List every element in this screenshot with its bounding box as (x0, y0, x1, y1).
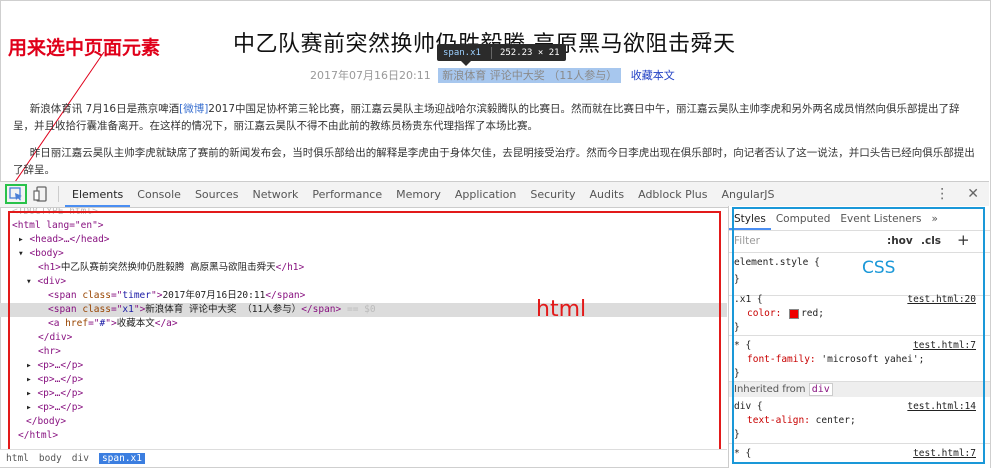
rule-universal[interactable]: * { test.html:7 font-family: 'microsoft … (729, 336, 990, 382)
close-devtools-icon[interactable]: ✕ (967, 186, 979, 202)
breadcrumb-div[interactable]: div (72, 453, 89, 464)
article-paragraph-2: 昨日丽江嘉云昊队主帅李虎就缺席了赛前的新闻发布会，当时俱乐部给出的解释是李虎由于… (13, 145, 975, 179)
devtools-tabs: Elements Console Sources Network Perform… (65, 182, 782, 207)
tab-event-listeners[interactable]: Event Listeners (835, 208, 926, 230)
article-paragraph-1: 新浪体育讯 7月16日是燕京啤酒[微博]2017中国足协杯第三轮比赛，丽江嘉云昊… (13, 101, 975, 135)
tab-sources[interactable]: Sources (188, 182, 246, 207)
rule-div-declaration[interactable]: text-align: center; (747, 414, 856, 428)
weibo-link[interactable]: [微博] (179, 103, 208, 115)
device-toolbar-icon (33, 186, 47, 202)
rule-universal-value: 'microsoft yahei'; (821, 354, 925, 365)
rule-element-style-selector: element.style { (734, 257, 820, 268)
devtools-toolbar: Elements Console Sources Network Perform… (0, 181, 989, 208)
inspect-cursor-icon (9, 187, 22, 201)
inherited-tag[interactable]: div (808, 383, 833, 396)
rule-x1-source-link[interactable]: test.html:20 (907, 293, 976, 307)
rule-div-close: } (734, 429, 740, 440)
breadcrumb-html[interactable]: html (6, 453, 29, 464)
tab-adblock-plus[interactable]: Adblock Plus (631, 182, 714, 207)
toolbar-right-controls: ⋮ ✕ (935, 186, 979, 202)
toolbar-divider (58, 186, 59, 202)
tooltip-separator (490, 46, 492, 59)
tab-styles[interactable]: Styles (729, 208, 771, 230)
styles-filter-bar: Filter :hov .cls + (729, 230, 990, 253)
tab-memory[interactable]: Memory (389, 182, 448, 207)
inspect-tooltip: span.x1 252.23 × 21 (437, 44, 566, 66)
device-toolbar-button[interactable] (33, 186, 49, 206)
styles-tabs: Styles Computed Event Listeners » (729, 208, 990, 231)
inherited-from-header: Inherited from div (729, 382, 990, 397)
rule-x1-prop: color (747, 308, 776, 319)
tab-application[interactable]: Application (448, 182, 523, 207)
color-swatch[interactable] (789, 308, 800, 319)
tab-performance[interactable]: Performance (305, 182, 389, 207)
tab-overflow-chevron[interactable]: » (927, 208, 943, 230)
rule-universal-prop: font-family (747, 354, 810, 365)
rule-universal-2[interactable]: * { test.html:7 (729, 444, 990, 468)
tab-elements[interactable]: Elements (65, 182, 131, 207)
rule-universal-declaration[interactable]: font-family: 'microsoft yahei'; (747, 353, 924, 367)
elements-panel: <!DOCTYPE html> <html lang="en"> ▸ <head… (0, 208, 727, 468)
styles-sidebar: Styles Computed Event Listeners » Filter… (728, 206, 990, 468)
html-annotation-box (8, 211, 721, 458)
rule-universal-source-link[interactable]: test.html:7 (913, 339, 976, 353)
rule-div-source-link[interactable]: test.html:14 (907, 400, 976, 414)
rule-element-style-close: } (734, 274, 740, 285)
breadcrumb-span-x1[interactable]: span.x1 (98, 453, 145, 464)
rule-x1-declaration[interactable]: color: red; (747, 307, 824, 321)
tooltip-size: 252.23 × 21 (499, 47, 560, 58)
article-meta: 2017年07月16日20:11 新浪体育 评论中大奖 （11人参与） 收藏本文 (310, 67, 675, 83)
breadcrumb-body[interactable]: body (39, 453, 62, 464)
class-toggle[interactable]: .cls (921, 235, 941, 247)
favorite-link[interactable]: 收藏本文 (631, 69, 675, 82)
hover-state-toggle[interactable]: :hov (887, 235, 913, 247)
rule-x1-value: red; (801, 308, 824, 319)
more-options-icon[interactable]: ⋮ (935, 186, 949, 202)
article-timer: 2017年07月16日20:11 (310, 69, 431, 82)
article-source-highlighted[interactable]: 新浪体育 评论中大奖 （11人参与） (438, 68, 622, 83)
rule-div-value: center; (815, 415, 856, 426)
tab-angularjs[interactable]: AngularJS (715, 182, 782, 207)
rule-universal-selector: * { (734, 340, 752, 351)
inspect-element-button[interactable] (5, 184, 27, 204)
paragraph-2-text: 昨日丽江嘉云昊队主帅李虎就缺席了赛前的新闻发布会，当时俱乐部给出的解释是李虎由于… (13, 147, 975, 176)
rule-x1[interactable]: .x1 { test.html:20 color: red; } (729, 290, 990, 336)
styles-filter-input[interactable]: Filter (734, 235, 760, 247)
new-rule-button[interactable]: + (957, 231, 970, 249)
breadcrumb: html body div span.x1 (0, 449, 727, 467)
tooltip-tag: span.x1 (443, 47, 481, 58)
paragraph-1-start: 新浪体育讯 7月16日是燕京啤酒 (29, 103, 180, 115)
tab-console[interactable]: Console (130, 182, 188, 207)
rule-universal-close: } (734, 368, 740, 379)
rule-x1-close: } (734, 322, 740, 333)
tab-security[interactable]: Security (523, 182, 582, 207)
css-annotation: CSS (862, 258, 896, 278)
rule-div-selector: div { (734, 401, 763, 412)
rule-div-prop: text-align (747, 415, 805, 426)
rule-div[interactable]: div { test.html:14 text-align: center; } (729, 397, 990, 444)
tab-computed[interactable]: Computed (771, 208, 836, 230)
rule-universal-2-source-link[interactable]: test.html:7 (913, 447, 976, 461)
rule-x1-selector: .x1 { (734, 294, 763, 305)
tab-network[interactable]: Network (245, 182, 305, 207)
inherited-label: Inherited from (734, 384, 806, 395)
tab-audits[interactable]: Audits (583, 182, 632, 207)
rendered-page: 中乙队赛前突然换帅仍胜毅腾 高原黑马欲阻击舜天 用来选中页面元素 span.x1… (0, 0, 989, 181)
rule-universal-2-selector: * { (734, 448, 752, 459)
